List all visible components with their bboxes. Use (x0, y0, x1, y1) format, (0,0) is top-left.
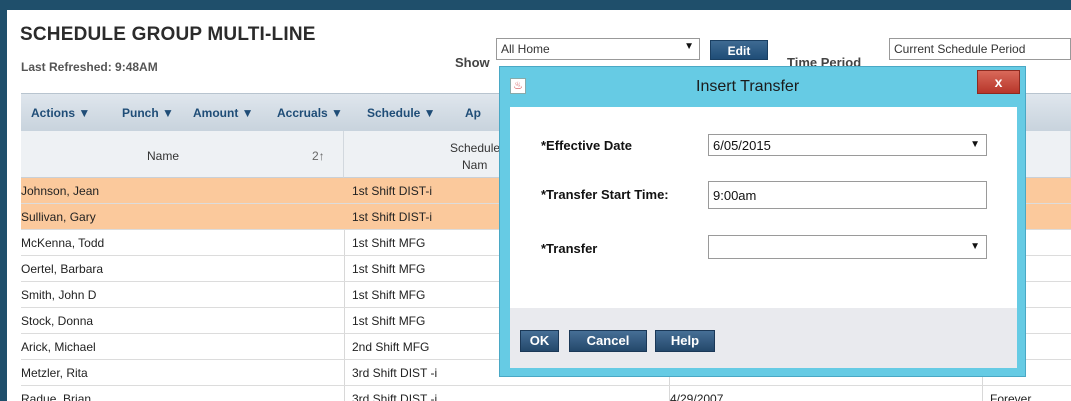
java-cup-icon: ♨ (510, 78, 526, 94)
column-header-name[interactable]: Name 2↑ (21, 131, 344, 178)
row-date: 4/29/2007 (670, 392, 724, 401)
show-select-value: All Home (501, 42, 550, 56)
punch-menu[interactable]: Punch ▼ (122, 106, 174, 120)
edit-button[interactable]: Edit (710, 40, 768, 60)
column-header-name-label: Name (147, 149, 180, 163)
transfer-label: *Transfer (541, 241, 598, 256)
chevron-down-icon: ▼ (970, 139, 980, 150)
row-name: McKenna, Todd (21, 236, 105, 250)
transfer-start-time-value: 9:00am (713, 188, 757, 203)
row-schedule: 2nd Shift MFG (352, 340, 430, 354)
transfer-start-time-label: *Transfer Start Time: (541, 187, 669, 202)
row-end: Forever (990, 392, 1032, 401)
transfer-select[interactable]: ▼ (708, 235, 987, 259)
row-name: Oertel, Barbara (21, 262, 104, 276)
cancel-button[interactable]: Cancel (569, 330, 647, 352)
row-schedule: 1st Shift DIST-i (352, 210, 433, 224)
actions-menu[interactable]: Actions ▼ (31, 106, 90, 120)
effective-date-label: *Effective Date (541, 138, 633, 153)
close-icon: x (994, 74, 1003, 90)
app-frame: SCHEDULE GROUP MULTI-LINE Last Refreshed… (0, 0, 1071, 401)
row-schedule: 1st Shift DIST-i (352, 184, 433, 198)
show-label: Show (455, 55, 490, 70)
row-name: Sullivan, Gary (21, 210, 96, 224)
sort-indicator: 2↑ (312, 149, 325, 163)
row-name: Metzler, Rita (21, 366, 88, 380)
dialog-footer: OK Cancel Help (510, 308, 1017, 368)
row-name: Radue, Brian (21, 392, 92, 401)
transfer-start-time-field[interactable]: 9:00am (708, 181, 987, 209)
time-period-select[interactable]: Current Schedule Period (889, 38, 1071, 60)
accruals-menu[interactable]: Accruals ▼ (277, 106, 343, 120)
row-schedule: 1st Shift MFG (352, 262, 426, 276)
ok-button[interactable]: OK (520, 330, 559, 352)
row-name: Stock, Donna (21, 314, 94, 328)
ap-menu[interactable]: Ap (465, 106, 481, 120)
insert-transfer-dialog: ♨ Insert Transfer x *Effective Date 6/05… (499, 66, 1026, 377)
help-button[interactable]: Help (655, 330, 715, 352)
dialog-title-bar[interactable]: ♨ Insert Transfer x (500, 67, 1025, 107)
row-schedule: 1st Shift MFG (352, 236, 426, 250)
chevron-down-icon: ▼ (970, 241, 980, 252)
column-header-schedule-line2: Nam (462, 158, 488, 172)
amount-menu[interactable]: Amount ▼ (193, 106, 254, 120)
row-schedule: 1st Shift MFG (352, 314, 426, 328)
row-schedule: 3rd Shift DIST -i (352, 366, 438, 380)
page-title: SCHEDULE GROUP MULTI-LINE (20, 24, 316, 45)
effective-date-value: 6/05/2015 (713, 138, 771, 153)
dialog-body: *Effective Date 6/05/2015 ▼ *Transfer St… (510, 107, 1017, 308)
row-schedule: 3rd Shift DIST -i (352, 392, 438, 401)
row-name: Smith, John D (21, 288, 97, 302)
row-schedule: 1st Shift MFG (352, 288, 426, 302)
chevron-down-icon: ▼ (684, 41, 694, 52)
close-button[interactable]: x (977, 70, 1020, 94)
row-name: Johnson, Jean (21, 184, 100, 198)
column-header-schedule-line1: Schedule (450, 141, 501, 155)
show-select[interactable]: All Home ▼ (496, 38, 700, 60)
effective-date-field[interactable]: 6/05/2015 ▼ (708, 134, 987, 156)
dialog-title: Insert Transfer (696, 78, 800, 95)
schedule-menu[interactable]: Schedule ▼ (367, 106, 436, 120)
last-refreshed: Last Refreshed: 9:48AM (21, 60, 158, 74)
row-name: Arick, Michael (21, 340, 96, 354)
table-row[interactable]: Radue, Brian 3rd Shift DIST -i 4/29/2007… (21, 386, 1071, 401)
